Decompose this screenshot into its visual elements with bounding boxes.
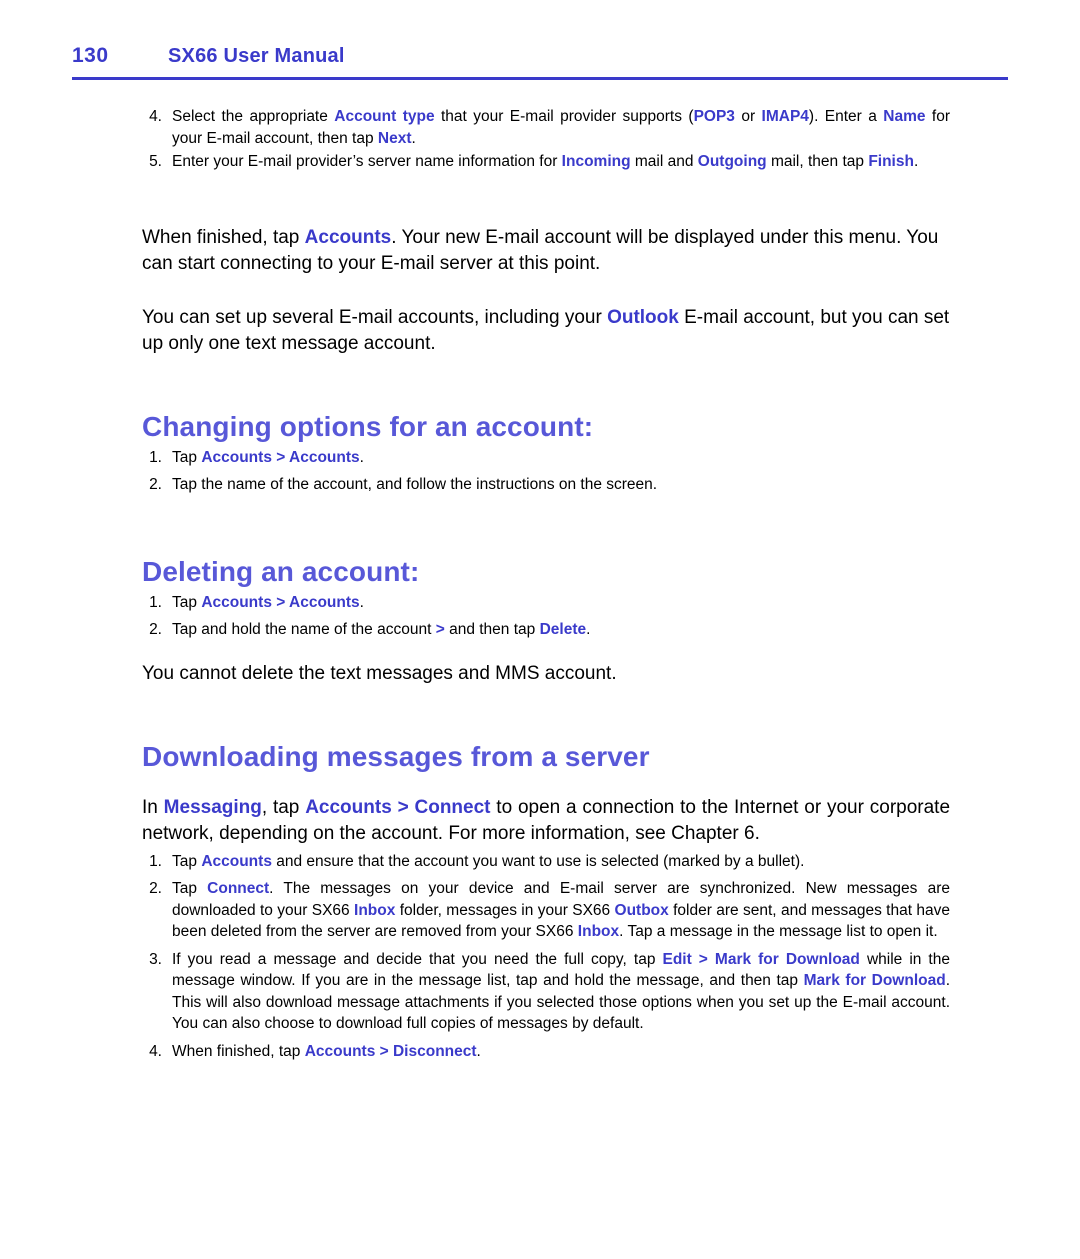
list-item: 2. Tap the name of the account, and foll… — [142, 474, 950, 496]
list-item-number: 2. — [149, 880, 162, 897]
list-item-text: Tap Connect. The messages on your device… — [172, 880, 950, 940]
list-item-number: 4. — [149, 1042, 162, 1060]
page-header: 130 SX66 User Manual — [72, 44, 1008, 88]
list-item-text: Select the appropriate Account type that… — [172, 108, 950, 147]
list-item-number: 1. — [149, 448, 162, 466]
heading-downloading-messages: Downloading messages from a server — [142, 740, 650, 772]
list-item-number: 2. — [149, 476, 162, 493]
list-item: 1. Tap Accounts > Accounts. — [142, 447, 950, 469]
page-content: 4. Select the appropriate Account type t… — [142, 106, 950, 1068]
list-item: 4. Select the appropriate Account type t… — [142, 106, 950, 149]
changing-options-list: 1. Tap Accounts > Accounts. 2. Tap the n… — [142, 447, 950, 496]
heading-changing-options: Changing options for an account: — [142, 410, 594, 442]
list-item-text: Tap Accounts > Accounts. — [172, 448, 364, 466]
list-item: 5. Enter your E-mail provider’s server n… — [142, 151, 950, 173]
list-item: 2. Tap Connect. The messages on your dev… — [142, 878, 950, 943]
paragraph-downloading-intro: In Messaging, tap Accounts > Connect to … — [142, 796, 951, 844]
list-item-text: When finished, tap Accounts > Disconnect… — [172, 1042, 481, 1060]
heading-deleting-account: Deleting an account: — [142, 555, 420, 587]
deleting-account-list: 1. Tap Accounts > Accounts. 2. Tap and h… — [142, 592, 950, 641]
list-item: 1. Tap Accounts > Accounts. — [142, 592, 950, 614]
list-item: 2. Tap and hold the name of the account … — [142, 619, 950, 641]
list-item-number: 5. — [149, 153, 162, 170]
list-item-text: Tap Accounts > Accounts. — [172, 593, 364, 611]
document-page: 130 SX66 User Manual 4. Select the appro… — [0, 0, 1080, 1259]
list-item-text: Tap and hold the name of the account > a… — [172, 621, 591, 638]
continued-steps-list: 4. Select the appropriate Account type t… — [142, 106, 950, 173]
list-item-number: 4. — [149, 108, 162, 125]
list-item-number: 3. — [149, 950, 162, 968]
list-item: 3. If you read a message and decide that… — [142, 949, 950, 1035]
page-number: 130 — [72, 44, 109, 67]
list-item-text: Tap Accounts and ensure that the account… — [172, 852, 805, 870]
list-item-text: Enter your E-mail provider’s server name… — [172, 153, 919, 170]
manual-title: SX66 User Manual — [168, 45, 345, 67]
list-item-number: 1. — [149, 852, 162, 870]
list-item: 1. Tap Accounts and ensure that the acco… — [142, 851, 950, 873]
paragraph-several-accounts: You can set up several E-mail accounts, … — [142, 306, 950, 354]
note-cannot-delete: You cannot delete the text messages and … — [142, 662, 617, 684]
list-item-text: If you read a message and decide that yo… — [172, 950, 951, 1033]
list-item-number: 2. — [149, 621, 162, 638]
paragraph-when-finished: When finished, tap Accounts. Your new E-… — [142, 226, 939, 274]
list-item-number: 1. — [149, 593, 162, 611]
list-item-text: Tap the name of the account, and follow … — [172, 476, 658, 493]
downloading-steps-list: 1. Tap Accounts and ensure that the acco… — [142, 851, 950, 1063]
header-divider — [72, 77, 1008, 80]
list-item: 4. When finished, tap Accounts > Disconn… — [142, 1041, 950, 1063]
